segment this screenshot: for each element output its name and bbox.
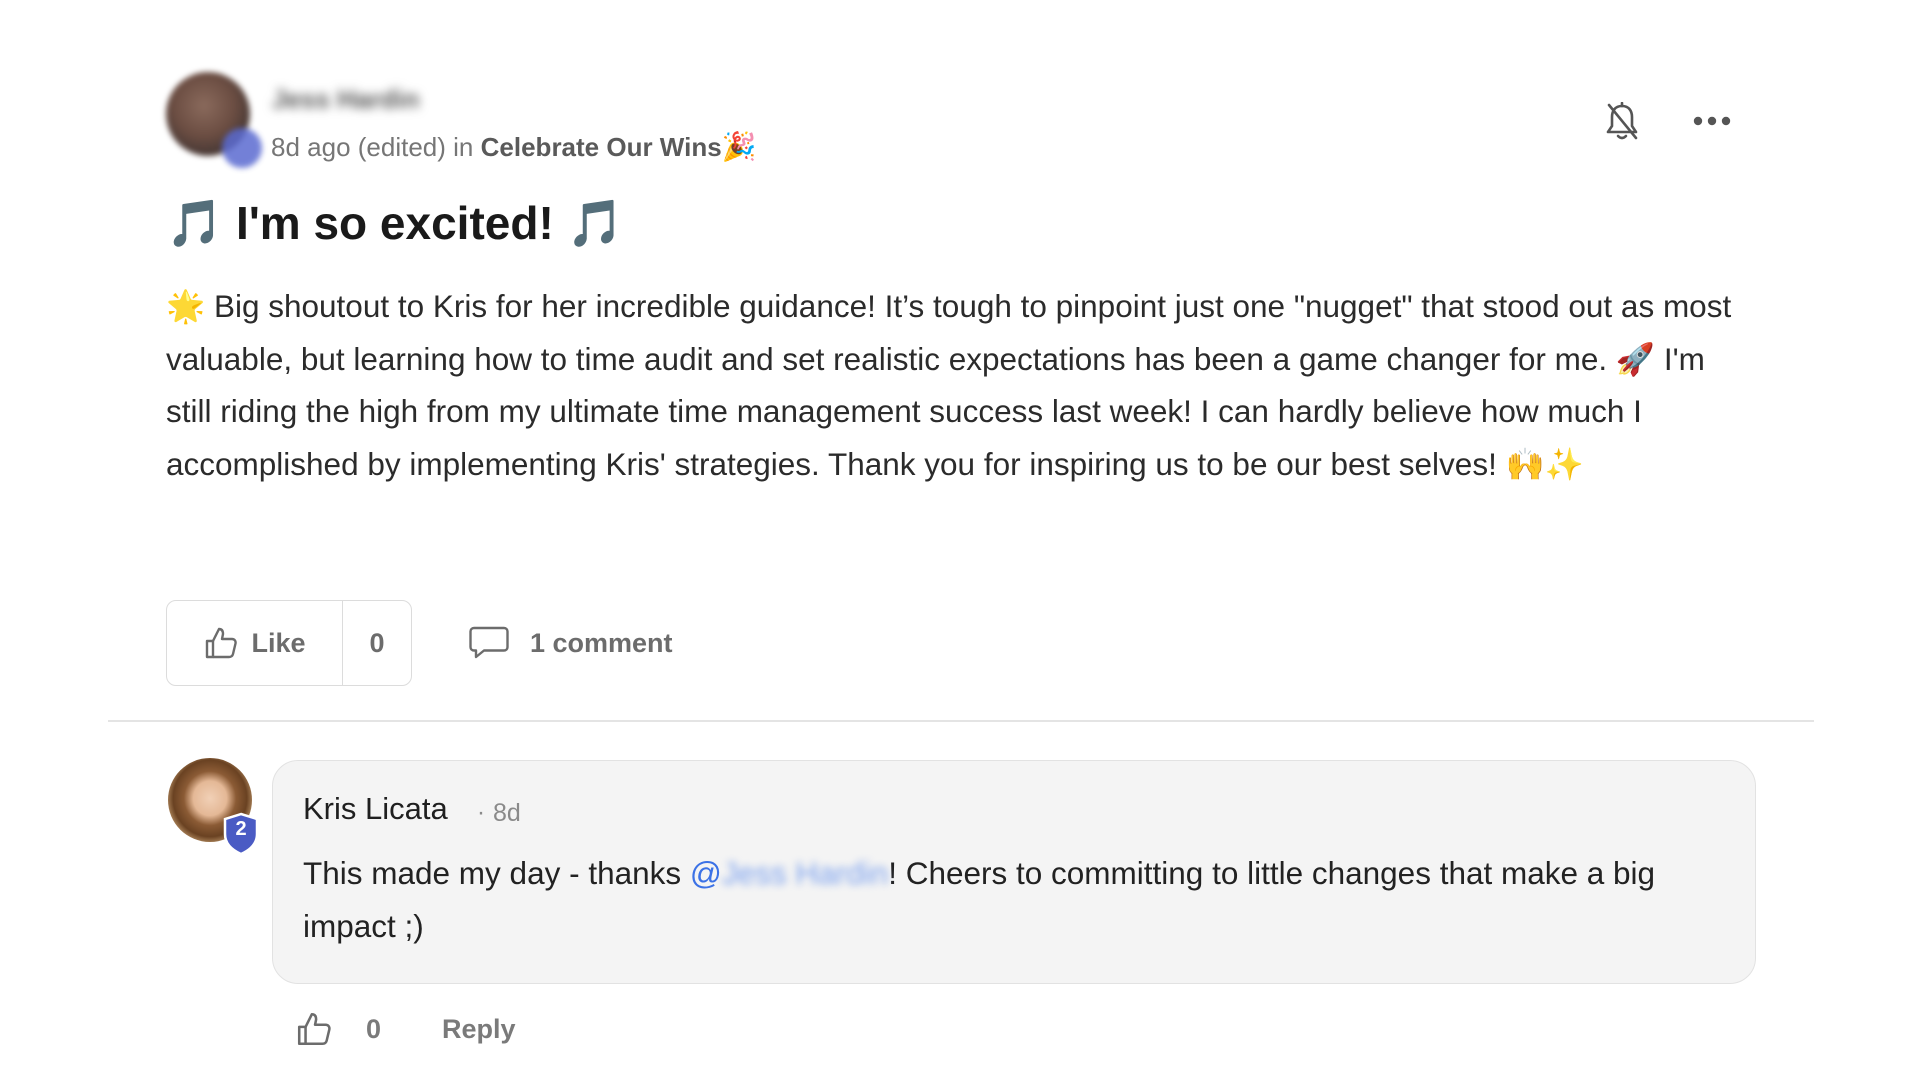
comments-button[interactable]: 1 comment (468, 620, 673, 666)
level-number: 2 (235, 818, 247, 840)
comment-text-start: This made my day - thanks (303, 855, 690, 891)
notification-toggle-button[interactable] (1602, 100, 1642, 144)
post-card: Jess Hardin 8d ago (edited) in Celebrate… (0, 0, 1920, 1080)
post-time: 8d ago (271, 132, 351, 162)
commenter-name[interactable]: Kris Licata (303, 791, 448, 827)
meta-separator: · (477, 799, 485, 826)
comment-count-label: 1 comment (530, 627, 673, 658)
comment-like-button[interactable] (295, 1010, 335, 1050)
post-title: 🎵 I'm so excited! 🎵 (166, 197, 624, 249)
like-control: Like 0 (166, 600, 412, 686)
thumbs-up-icon (206, 627, 238, 659)
more-horizontal-icon (1693, 116, 1731, 126)
speech-bubble-icon (469, 626, 509, 659)
post-meta: 8d ago (edited) in Celebrate Our Wins🎉 (271, 130, 757, 163)
commenter-level-badge: 2 (222, 812, 260, 856)
reply-button[interactable]: Reply (442, 1014, 516, 1045)
like-count-button[interactable]: 0 (343, 601, 411, 685)
like-label: Like (251, 627, 306, 658)
post-edited-label: (edited) (357, 132, 446, 162)
mention-at-sign: @ (689, 855, 722, 891)
user-mention[interactable]: @Jess Hardin (690, 855, 888, 891)
comment-text: This made my day - thanks @Jess Hardin! … (303, 847, 1733, 952)
comment-like-count: 0 (366, 1014, 382, 1044)
post-in-label: in (453, 132, 474, 162)
like-button[interactable]: Like (167, 601, 343, 685)
post-body: 🌟 Big shoutout to Kris for her incredibl… (166, 288, 1732, 482)
more-options-button[interactable] (1690, 106, 1734, 136)
bell-off-icon (1606, 102, 1638, 140)
comment-bubble: Kris Licata · 8d This made my day - than… (272, 760, 1756, 984)
mention-name: Jess Hardin (721, 855, 889, 891)
author-name[interactable]: Jess Hardin (272, 84, 462, 112)
space-emoji: 🎉 (721, 131, 757, 162)
section-divider (108, 720, 1814, 722)
space-link[interactable]: Celebrate Our Wins (481, 132, 722, 162)
author-level-badge (222, 128, 262, 168)
comment-time: 8d (493, 799, 521, 827)
thumbs-up-icon (297, 1012, 331, 1046)
